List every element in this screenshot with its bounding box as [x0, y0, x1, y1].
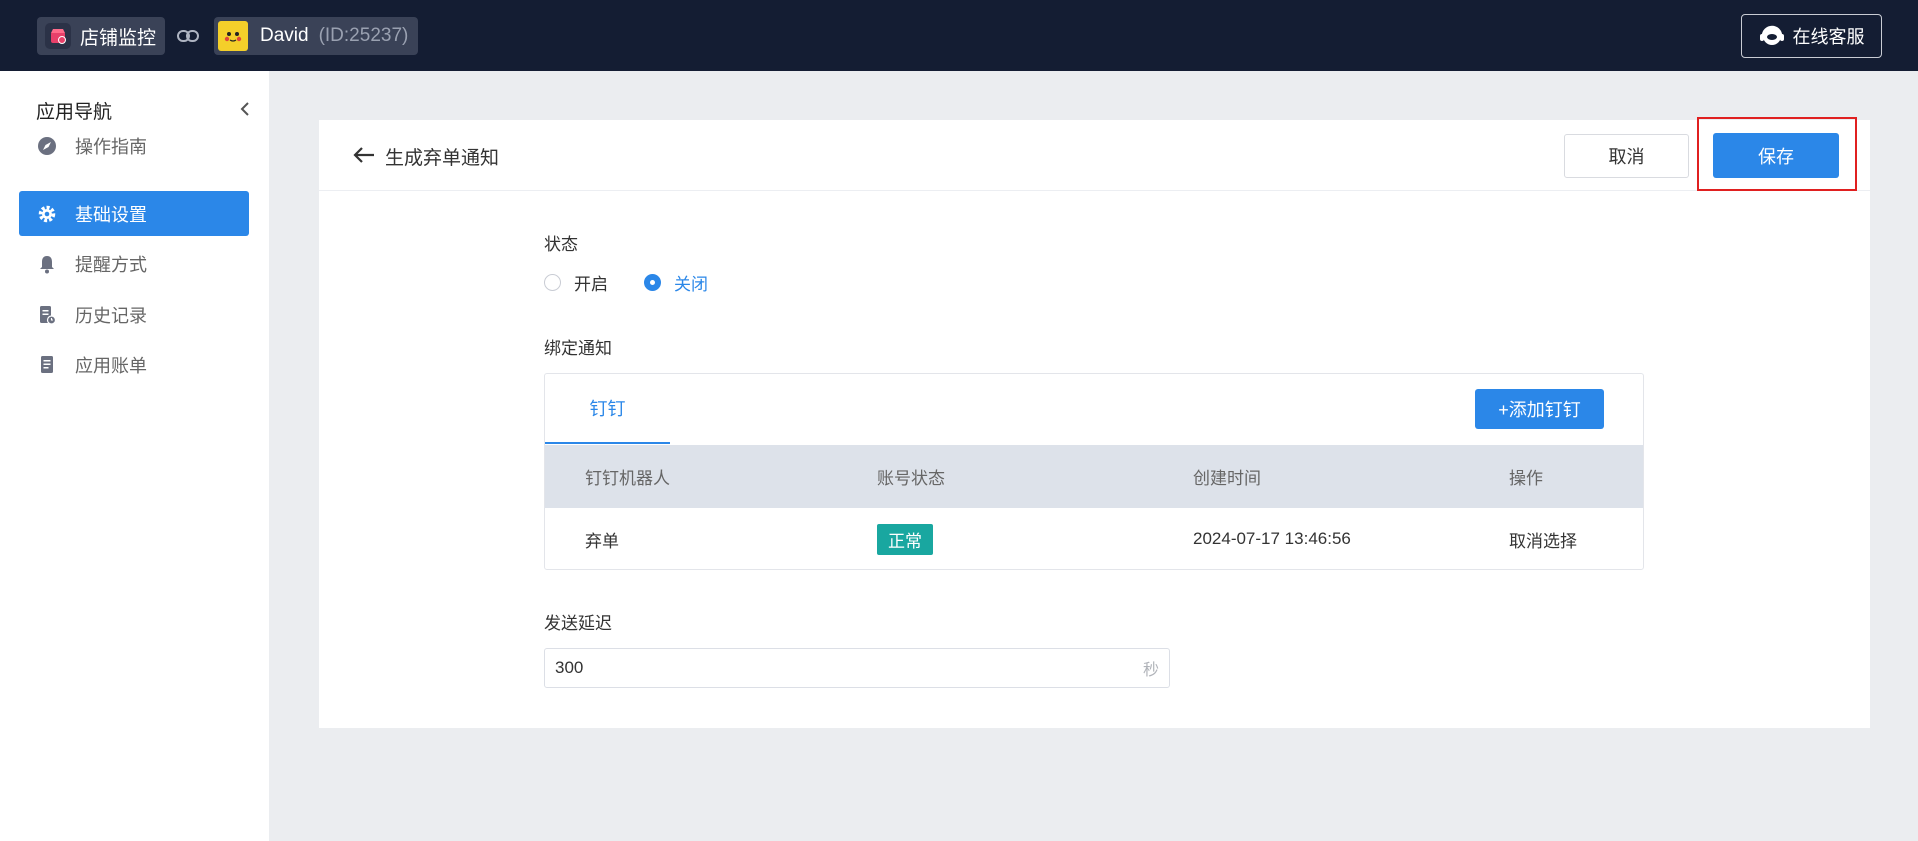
gear-icon — [36, 203, 58, 225]
radio-checked-icon — [644, 274, 661, 291]
page-title: 生成弃单通知 — [385, 148, 500, 169]
cancel-button[interactable]: 取消 — [1564, 134, 1689, 178]
user-name: David — [260, 25, 309, 46]
header-robot: 钉钉机器人 — [585, 469, 670, 488]
add-dingtalk-button[interactable]: +添加钉钉 — [1475, 389, 1604, 429]
bill-icon — [36, 354, 58, 376]
robot-name: 弃单 — [585, 531, 619, 551]
sidebar-item-reminder[interactable]: 提醒方式 — [19, 241, 249, 286]
status-radio-group: 开启 关闭 — [544, 270, 744, 295]
bind-notify-panel: 钉钉 +添加钉钉 钉钉机器人 账号状态 创建时间 操作 弃单 正常 2024-0… — [544, 373, 1644, 570]
header-created: 创建时间 — [1193, 469, 1261, 488]
header-action: 操作 — [1509, 469, 1543, 488]
status-radio-off[interactable]: 关闭 — [644, 270, 708, 295]
top-bar: 店铺监控 David (ID:25237) 在线客服 — [0, 0, 1918, 71]
send-delay-input[interactable] — [555, 658, 1143, 678]
shop-logo-icon — [45, 23, 71, 49]
tab-dingtalk[interactable]: 钉钉 — [545, 374, 670, 444]
bind-notify-label: 绑定通知 — [544, 339, 612, 358]
table-header: 钉钉机器人 账号状态 创建时间 操作 — [545, 445, 1643, 508]
sidebar-item-label: 应用账单 — [75, 355, 147, 376]
collapse-chevron-left-icon[interactable] — [236, 98, 254, 120]
sidebar-item-label: 提醒方式 — [75, 254, 147, 275]
sidebar: 应用导航 操作指南 基础设置 提醒方式 历史记录 应用账单 — [0, 71, 269, 841]
send-delay-label: 发送延迟 — [544, 614, 612, 633]
sidebar-item-label: 操作指南 — [75, 136, 147, 157]
created-time: 2024-07-17 13:46:56 — [1193, 529, 1351, 548]
bell-icon — [36, 253, 58, 275]
status-radio-on[interactable]: 开启 — [544, 270, 608, 295]
shop-monitor-tag[interactable]: 店铺监控 — [37, 17, 166, 55]
header-status: 账号状态 — [877, 469, 945, 488]
shop-name: 店铺监控 — [80, 27, 157, 49]
online-service-button[interactable]: 在线客服 — [1741, 14, 1882, 58]
navigation-icon — [36, 135, 58, 157]
online-service-label: 在线客服 — [1792, 27, 1865, 47]
radio-label-on: 开启 — [574, 275, 608, 294]
history-doc-icon — [36, 304, 58, 326]
status-label: 状态 — [544, 235, 578, 254]
card-header: 生成弃单通知 取消 保存 — [319, 117, 1870, 191]
sidebar-item-bill[interactable]: 应用账单 — [19, 342, 249, 387]
sidebar-item-basic-settings[interactable]: 基础设置 — [19, 191, 249, 236]
deselect-link[interactable]: 取消选择 — [1509, 508, 1577, 570]
main-card: 生成弃单通知 取消 保存 状态 开启 关闭 绑定通知 钉钉 +添加钉钉 钉钉机器… — [319, 117, 1870, 728]
radio-label-off: 关闭 — [674, 275, 708, 294]
sidebar-item-history[interactable]: 历史记录 — [19, 292, 249, 337]
sidebar-item-guide[interactable]: 操作指南 — [19, 123, 249, 168]
radio-unchecked-icon — [544, 274, 561, 291]
status-cell: 正常 — [877, 508, 933, 570]
unit-seconds: 秒 — [1142, 662, 1159, 679]
send-delay-field[interactable]: 秒 — [544, 648, 1170, 688]
save-button[interactable]: 保存 — [1713, 133, 1839, 178]
user-id: (ID:25237) — [318, 25, 409, 46]
avatar — [218, 21, 248, 51]
back-arrow-icon[interactable] — [352, 143, 378, 167]
link-icon — [176, 24, 200, 48]
headset-icon — [1759, 24, 1785, 48]
sidebar-title: 应用导航 — [36, 102, 113, 123]
status-badge: 正常 — [877, 523, 933, 555]
sidebar-item-label: 历史记录 — [75, 305, 147, 326]
sidebar-item-label: 基础设置 — [75, 204, 147, 225]
user-account-tag[interactable]: David (ID:25237) — [214, 17, 419, 55]
table-row: 弃单 正常 2024-07-17 13:46:56 取消选择 — [545, 508, 1643, 570]
